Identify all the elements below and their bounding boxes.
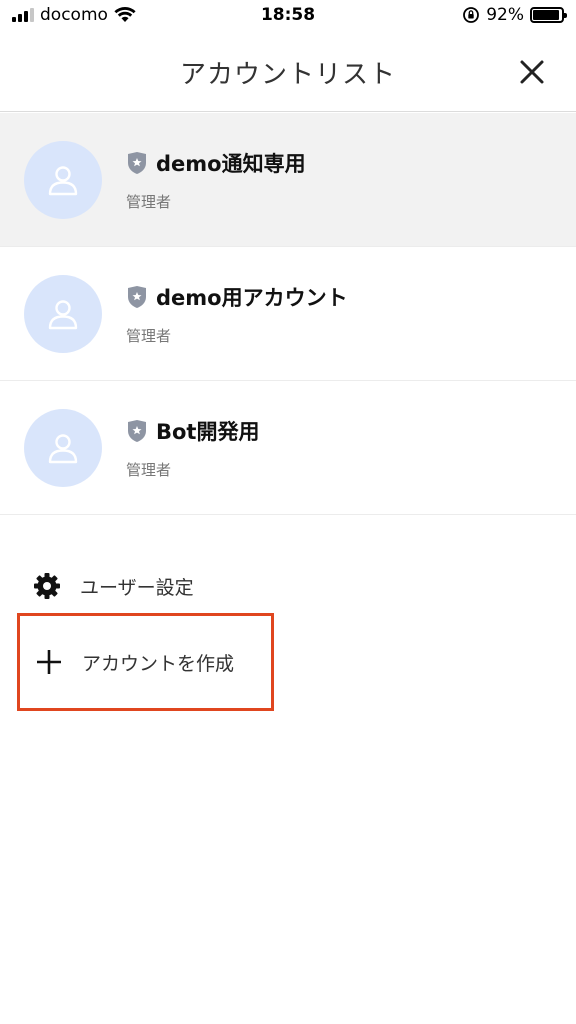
close-button[interactable] bbox=[514, 54, 550, 90]
account-role: 管理者 bbox=[126, 193, 172, 211]
avatar bbox=[24, 141, 102, 219]
shield-star-icon bbox=[128, 286, 146, 308]
user-silhouette-icon bbox=[48, 166, 78, 196]
account-row[interactable]: demo通知専用 管理者 bbox=[0, 113, 576, 247]
user-settings-button[interactable]: ユーザー設定 bbox=[0, 555, 576, 617]
account-name: demo通知専用 bbox=[156, 152, 306, 176]
user-silhouette-icon bbox=[48, 434, 78, 464]
user-settings-label: ユーザー設定 bbox=[80, 576, 194, 599]
account-name: Bot開発用 bbox=[156, 420, 260, 444]
header: アカウントリスト bbox=[0, 32, 576, 112]
battery-percentage: 92% bbox=[486, 5, 524, 25]
account-row[interactable]: Bot開発用 管理者 bbox=[0, 381, 576, 515]
page-title: アカウントリスト bbox=[179, 60, 396, 90]
avatar bbox=[24, 275, 102, 353]
shield-star-icon bbox=[128, 420, 146, 442]
shield-star-icon bbox=[128, 152, 146, 174]
account-row[interactable]: demo用アカウント 管理者 bbox=[0, 247, 576, 381]
status-bar: docomo 18:58 92% bbox=[0, 0, 576, 32]
status-right: 92% bbox=[462, 5, 567, 25]
orientation-lock-icon bbox=[463, 7, 480, 23]
battery-fill bbox=[533, 10, 559, 20]
menu: ユーザー設定 アカウントを作成 bbox=[0, 555, 576, 711]
close-icon bbox=[520, 60, 544, 84]
avatar bbox=[24, 409, 102, 487]
account-role: 管理者 bbox=[126, 461, 172, 479]
battery-icon bbox=[530, 7, 567, 23]
account-name-line: demo用アカウント bbox=[126, 282, 348, 312]
create-account-label: アカウントを作成 bbox=[82, 652, 235, 675]
account-name-line: demo通知専用 bbox=[126, 148, 306, 178]
gear-icon bbox=[34, 573, 60, 599]
user-silhouette-icon bbox=[48, 300, 78, 330]
account-role: 管理者 bbox=[126, 327, 172, 345]
create-account-button[interactable]: アカウントを作成 bbox=[17, 613, 274, 711]
account-name-line: Bot開発用 bbox=[126, 416, 259, 446]
account-list: demo通知専用 管理者 demo用アカウント 管理者 Bot開発用 管理者 bbox=[0, 113, 576, 515]
plus-icon bbox=[37, 650, 61, 674]
account-name: demo用アカウント bbox=[156, 286, 348, 310]
